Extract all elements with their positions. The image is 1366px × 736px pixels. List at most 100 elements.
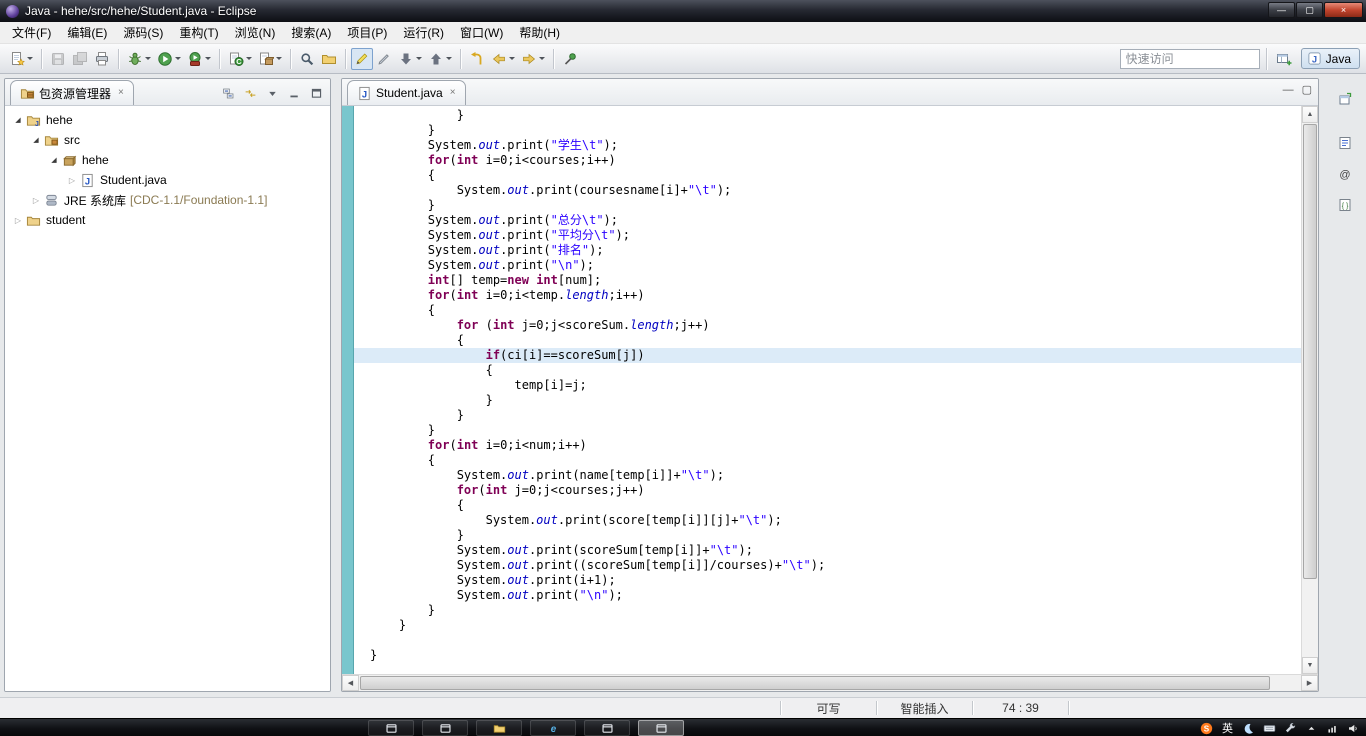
menu-window[interactable]: 窗口(W) bbox=[452, 21, 511, 44]
dropdown-arrow-icon[interactable] bbox=[175, 57, 181, 60]
search-button[interactable] bbox=[296, 48, 318, 70]
view-sash[interactable] bbox=[331, 78, 341, 692]
code-text[interactable]: } } System.out.print("学生\t"); for(int i=… bbox=[354, 106, 1301, 674]
menu-help[interactable]: 帮助(H) bbox=[511, 21, 568, 44]
code-line[interactable]: { bbox=[370, 303, 1301, 318]
new-java-package-button[interactable] bbox=[255, 48, 285, 70]
code-line[interactable]: } bbox=[370, 198, 1301, 213]
code-line[interactable] bbox=[370, 633, 1301, 648]
annotation-ruler[interactable] bbox=[342, 106, 354, 674]
code-line[interactable]: System.out.print("总分\t"); bbox=[370, 213, 1301, 228]
code-line[interactable]: { bbox=[370, 333, 1301, 348]
view-menu-button[interactable] bbox=[263, 84, 282, 102]
task-list-view-button[interactable] bbox=[1333, 132, 1357, 154]
code-line[interactable]: System.out.print("平均分\t"); bbox=[370, 228, 1301, 243]
open-folder-button[interactable] bbox=[318, 48, 340, 70]
javadoc-view-button[interactable]: @ bbox=[1333, 163, 1357, 185]
tree-item-project-student[interactable]: ▷ student bbox=[5, 210, 330, 230]
menu-search[interactable]: 搜索(A) bbox=[283, 21, 339, 44]
horizontal-scrollbar[interactable]: ◀ ▶ bbox=[342, 674, 1318, 691]
code-line[interactable]: { bbox=[370, 498, 1301, 513]
code-line[interactable]: { bbox=[370, 168, 1301, 183]
code-line[interactable]: } bbox=[370, 123, 1301, 138]
tree-item-file-student-java[interactable]: ▷ J Student.java bbox=[5, 170, 330, 190]
code-line[interactable]: } bbox=[370, 423, 1301, 438]
code-line[interactable]: System.out.print(scoreSum[temp[i]]+"\t")… bbox=[370, 543, 1301, 558]
code-line[interactable]: } bbox=[370, 648, 1301, 663]
scroll-right-arrow-icon[interactable]: ▶ bbox=[1301, 675, 1318, 691]
menu-navigate[interactable]: 浏览(N) bbox=[227, 21, 284, 44]
code-editor[interactable]: } } System.out.print("学生\t"); for(int i=… bbox=[342, 106, 1318, 674]
taskbar-app-window-1[interactable] bbox=[368, 720, 414, 736]
vertical-scrollbar[interactable]: ▲ ▼ bbox=[1301, 106, 1318, 674]
debug-button[interactable] bbox=[124, 48, 154, 70]
code-line[interactable]: System.out.print("排名"); bbox=[370, 243, 1301, 258]
code-line[interactable]: } bbox=[370, 108, 1301, 123]
tab-package-explorer[interactable]: 包资源管理器 × bbox=[10, 80, 134, 105]
forward-button[interactable] bbox=[518, 48, 548, 70]
code-line[interactable]: System.out.print("\n"); bbox=[370, 258, 1301, 273]
code-line[interactable]: } bbox=[370, 393, 1301, 408]
code-line[interactable]: System.out.print((scoreSum[temp[i]]/cour… bbox=[370, 558, 1301, 573]
back-button[interactable] bbox=[488, 48, 518, 70]
dropdown-arrow-icon[interactable] bbox=[246, 57, 252, 60]
taskbar-app-explorer[interactable] bbox=[476, 720, 522, 736]
taskbar-app-ie[interactable]: e bbox=[530, 720, 576, 736]
max-view-button[interactable] bbox=[307, 84, 326, 102]
scroll-left-arrow-icon[interactable]: ◀ bbox=[342, 675, 359, 691]
menu-run[interactable]: 运行(R) bbox=[395, 21, 452, 44]
code-line[interactable]: { bbox=[370, 453, 1301, 468]
collapse-arrow-icon[interactable]: ◢ bbox=[47, 156, 61, 164]
restore-window-button[interactable]: ▢ bbox=[1296, 2, 1323, 18]
pin-editor-button[interactable] bbox=[559, 48, 581, 70]
horizontal-scrollbar-thumb[interactable] bbox=[360, 676, 1270, 690]
expand-arrow-icon[interactable]: ▷ bbox=[29, 196, 43, 205]
dropdown-arrow-icon[interactable] bbox=[27, 57, 33, 60]
dropdown-arrow-icon[interactable] bbox=[205, 57, 211, 60]
scroll-down-arrow-icon[interactable]: ▼ bbox=[1302, 657, 1318, 674]
expand-arrow-icon[interactable]: ▷ bbox=[11, 216, 25, 225]
collapse-arrow-icon[interactable]: ◢ bbox=[11, 116, 25, 124]
close-window-button[interactable]: × bbox=[1324, 2, 1363, 18]
code-line[interactable]: for (int j=0;j<scoreSum.length;j++) bbox=[370, 318, 1301, 333]
taskbar-app-eclipse[interactable] bbox=[638, 720, 684, 736]
code-line[interactable]: System.out.print("学生\t"); bbox=[370, 138, 1301, 153]
code-line[interactable]: temp[i]=j; bbox=[370, 378, 1301, 393]
code-line[interactable]: System.out.print(name[temp[i]]+"\t"); bbox=[370, 468, 1301, 483]
expand-arrow-icon[interactable]: ▷ bbox=[65, 176, 79, 185]
minimize-window-button[interactable]: — bbox=[1268, 2, 1295, 18]
package-explorer-body[interactable]: ◢ Jhehe ◢ src ◢ hehe ▷ J Student.java ▷ JRE 系统库 [CD… bbox=[5, 106, 330, 691]
tree-item-jre-system-library[interactable]: ▷ JRE 系统库 [CDC-1.1/Foundation-1.1] bbox=[5, 190, 330, 210]
tray-ime-language[interactable]: 英 bbox=[1218, 720, 1237, 736]
tree-item-project-hehe[interactable]: ◢ Jhehe bbox=[5, 110, 330, 130]
title-bar[interactable]: Java - hehe/src/hehe/Student.java - Ecli… bbox=[0, 0, 1366, 22]
last-edit-button[interactable] bbox=[466, 48, 488, 70]
minimize-editor-icon[interactable]: — bbox=[1283, 85, 1294, 96]
collapse-arrow-icon[interactable]: ◢ bbox=[29, 136, 43, 144]
code-line[interactable]: } bbox=[370, 408, 1301, 423]
dropdown-arrow-icon[interactable] bbox=[509, 57, 515, 60]
code-line[interactable]: { bbox=[370, 363, 1301, 378]
new-java-class-button[interactable]: C bbox=[225, 48, 255, 70]
prev-annotation-button[interactable] bbox=[425, 48, 455, 70]
tray-ime-toolbox[interactable] bbox=[1281, 720, 1300, 736]
code-line[interactable]: for(int i=0;i<num;i++) bbox=[370, 438, 1301, 453]
code-line[interactable]: for(int i=0;i<temp.length;i++) bbox=[370, 288, 1301, 303]
code-line[interactable]: System.out.print(score[temp[i]][j]+"\t")… bbox=[370, 513, 1301, 528]
collapse-all-button[interactable] bbox=[219, 84, 238, 102]
save-button[interactable] bbox=[47, 48, 69, 70]
dropdown-arrow-icon[interactable] bbox=[539, 57, 545, 60]
save-all-button[interactable] bbox=[69, 48, 91, 70]
code-line[interactable]: int[] temp=new int[num]; bbox=[370, 273, 1301, 288]
tray-network-status[interactable] bbox=[1323, 720, 1342, 736]
code-line[interactable]: for(int i=0;i<courses;i++) bbox=[370, 153, 1301, 168]
code-line[interactable]: System.out.print(coursesname[i]+"\t"); bbox=[370, 183, 1301, 198]
code-line[interactable]: System.out.print(i+1); bbox=[370, 573, 1301, 588]
code-line[interactable]: for(int j=0;j<courses;j++) bbox=[370, 483, 1301, 498]
min-view-button[interactable] bbox=[285, 84, 304, 102]
tray-sogou-ime[interactable]: S bbox=[1197, 720, 1216, 736]
scroll-up-arrow-icon[interactable]: ▲ bbox=[1302, 106, 1318, 123]
tray-ime-mode-moon[interactable] bbox=[1239, 720, 1258, 736]
code-line[interactable]: System.out.print("\n"); bbox=[370, 588, 1301, 603]
code-line[interactable]: } bbox=[370, 528, 1301, 543]
